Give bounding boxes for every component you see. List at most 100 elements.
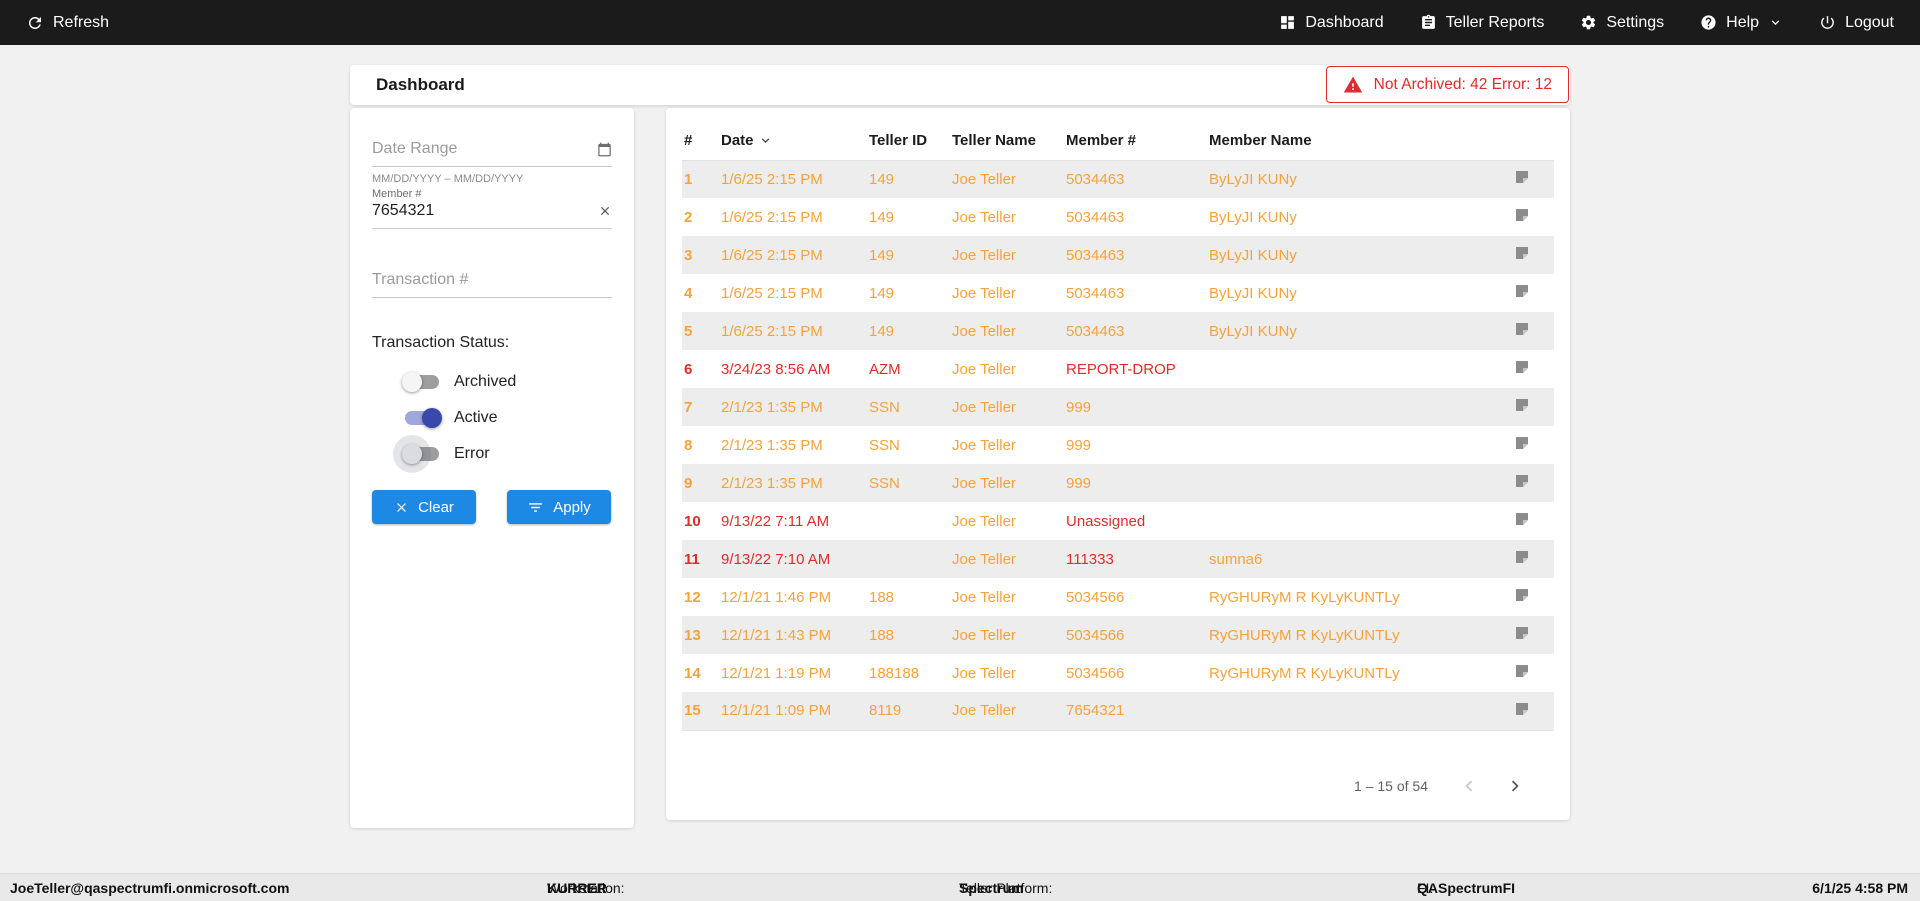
pagination-range: 1 – 15 of 54 [1354,778,1428,794]
table-row[interactable]: 15 12/1/21 1:09 PM 8119 Joe Teller 76543… [682,692,1554,730]
transaction-number-input[interactable] [372,271,612,289]
date-range-input[interactable] [372,140,597,158]
table-row[interactable]: 7 2/1/23 1:35 PM SSN Joe Teller 999 [682,388,1554,426]
power-icon [1819,14,1836,31]
table-row[interactable]: 1 1/6/25 2:15 PM 149 Joe Teller 5034463 … [682,160,1554,198]
top-navbar: Refresh Dashboard Teller Reports Setting… [0,0,1920,45]
clear-button-label: Clear [418,499,454,516]
date-range-format-hint: MM/DD/YYYY – MM/DD/YYYY [372,173,612,185]
table-row[interactable]: 6 3/24/23 8:56 AM AZM Joe Teller REPORT-… [682,350,1554,388]
refresh-button[interactable]: Refresh [26,14,109,32]
column-header-teller-id[interactable]: Teller ID [867,122,950,160]
nav-help-label: Help [1726,14,1759,32]
nav-dashboard-label: Dashboard [1305,14,1383,32]
toggle-active[interactable] [405,411,439,425]
table-row[interactable]: 14 12/1/21 1:19 PM 188188 Joe Teller 503… [682,654,1554,692]
filter-panel: MM/DD/YYYY – MM/DD/YYYY Member # Transac… [350,108,634,828]
nav-logout[interactable]: Logout [1819,14,1894,32]
clear-button[interactable]: Clear [372,490,476,524]
table-row[interactable]: 5 1/6/25 2:15 PM 149 Joe Teller 5034463 … [682,312,1554,350]
workstation-info: Workstation: KURRER [547,880,607,896]
table-body: 1 1/6/25 2:15 PM 149 Joe Teller 5034463 … [682,160,1554,730]
toggle-row: Archived [405,372,612,392]
table-row[interactable]: 8 2/1/23 1:35 PM SSN Joe Teller 999 [682,426,1554,464]
nav-settings[interactable]: Settings [1580,14,1664,32]
chevron-down-icon [1768,15,1783,30]
column-header-date[interactable]: Date [719,122,867,160]
toggle-list: Archived Active Error [372,372,612,464]
status-bar: JoeTeller@qaspectrumfi.onmicrosoft.com W… [0,873,1920,901]
teller-platform-info: Teller Platform: Spectrum [959,880,1024,896]
chevron-right-icon[interactable] [1504,775,1526,797]
close-icon[interactable] [598,204,612,218]
toggle-label: Archived [454,373,516,391]
sort-desc-icon [758,133,773,148]
table-row[interactable]: 4 1/6/25 2:15 PM 149 Joe Teller 5034463 … [682,274,1554,312]
table-row[interactable]: 2 1/6/25 2:15 PM 149 Joe Teller 5034463 … [682,198,1554,236]
refresh-label: Refresh [53,14,109,32]
nav-teller-reports[interactable]: Teller Reports [1420,14,1545,32]
table-row[interactable]: 13 12/1/21 1:43 PM 188 Joe Teller 503456… [682,616,1554,654]
note-icon[interactable] [1514,511,1530,527]
note-icon[interactable] [1514,473,1530,489]
error-alert[interactable]: Not Archived: 42 Error: 12 [1326,66,1569,103]
note-icon[interactable] [1514,701,1530,717]
table-row[interactable]: 9 2/1/23 1:35 PM SSN Joe Teller 999 [682,464,1554,502]
toggle-row: Error [405,444,612,464]
note-icon[interactable] [1514,169,1530,185]
note-icon[interactable] [1514,435,1530,451]
nav-help[interactable]: Help [1700,14,1783,32]
apply-button-label: Apply [553,499,591,516]
dashboard-icon [1279,14,1296,31]
column-header-num: # [682,122,719,160]
table-header-row: # Date Teller ID Teller Name Member # [682,122,1554,160]
toggle-label: Error [454,445,490,463]
filter-icon [527,499,544,516]
column-header-member-num[interactable]: Member # [1064,122,1207,160]
calendar-icon[interactable] [597,142,612,157]
close-icon [394,500,409,515]
logged-in-user: JoeTeller@qaspectrumfi.onmicrosoft.com [10,880,289,896]
page-header: Dashboard Not Archived: 42 Error: 12 [350,65,1570,105]
note-icon[interactable] [1514,359,1530,375]
note-icon[interactable] [1514,549,1530,565]
note-icon[interactable] [1514,283,1530,299]
note-icon[interactable] [1514,663,1530,679]
note-icon[interactable] [1514,321,1530,337]
note-icon[interactable] [1514,625,1530,641]
toggle-label: Active [454,409,498,427]
column-header-member-name[interactable]: Member Name [1207,122,1496,160]
refresh-icon [26,14,44,32]
table-row[interactable]: 12 12/1/21 1:46 PM 188 Joe Teller 503456… [682,578,1554,616]
note-icon[interactable] [1514,207,1530,223]
nav-teller-reports-label: Teller Reports [1446,14,1545,32]
nav-dashboard[interactable]: Dashboard [1279,14,1383,32]
reports-icon [1420,14,1437,31]
table-row[interactable]: 10 9/13/22 7:11 AM Joe Teller Unassigned [682,502,1554,540]
warning-icon [1343,75,1363,95]
toggle-archived[interactable] [405,375,439,389]
results-panel: # Date Teller ID Teller Name Member # [666,108,1570,820]
note-icon[interactable] [1514,587,1530,603]
column-header-teller-name[interactable]: Teller Name [950,122,1064,160]
apply-button[interactable]: Apply [507,490,611,524]
column-header-notes [1496,122,1554,160]
nav-logout-label: Logout [1845,14,1894,32]
gear-icon [1580,14,1597,31]
current-datetime: 6/1/25 4:58 PM [1812,880,1908,896]
toggle-row: Active [405,408,612,428]
note-icon[interactable] [1514,245,1530,261]
member-number-input[interactable] [372,202,598,220]
transaction-status-label: Transaction Status: [372,334,612,352]
pagination: 1 – 15 of 54 [682,775,1554,797]
toggle-error[interactable] [405,447,439,461]
table-row[interactable]: 3 1/6/25 2:15 PM 149 Joe Teller 5034463 … [682,236,1554,274]
alert-text: Not Archived: 42 Error: 12 [1374,76,1552,94]
note-icon[interactable] [1514,397,1530,413]
chevron-left-icon [1458,775,1480,797]
transactions-table: # Date Teller ID Teller Name Member # [682,122,1554,731]
table-row[interactable]: 11 9/13/22 7:10 AM Joe Teller 111333 sum… [682,540,1554,578]
help-icon [1700,14,1717,31]
member-number-label: Member # [372,188,612,200]
nav-settings-label: Settings [1606,14,1664,32]
